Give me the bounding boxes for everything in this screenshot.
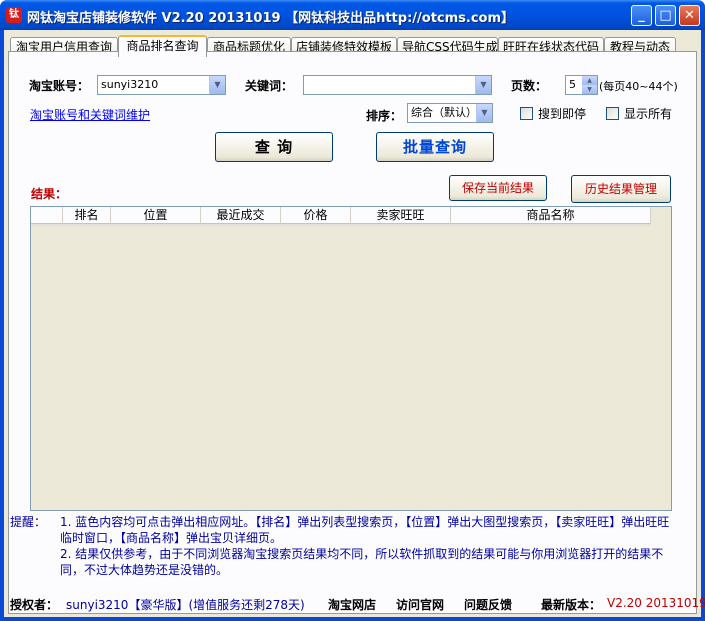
show-all-label: 显示所有: [624, 107, 673, 121]
tip-line-2: 2. 结果仅供参考，由于不同浏览器淘宝搜索页结果均不同，所以软件抓取到的结果可能…: [60, 547, 664, 577]
rank-query-panel: 淘宝账号： sunyi3210 ▼ 关键词： ▼ 页数： 5 ▲ ▼ (每页40…: [8, 51, 697, 614]
version-value: V2.20 20131019: [607, 596, 705, 610]
auth-value: sunyi3210【豪华版】(增值服务还剩278天): [66, 598, 305, 612]
window-title: 网钛淘宝店铺装修软件 V2.20 20131019 【网钛科技出品http://…: [27, 11, 515, 26]
maintain-account-keyword-link[interactable]: 淘宝账号和关键词维护: [30, 106, 150, 123]
title-bar[interactable]: 钛 网钛淘宝店铺装修软件 V2.20 20131019 【网钛科技出品http:…: [0, 0, 705, 30]
stop-on-found-checkbox[interactable]: 搜到即停: [520, 105, 586, 122]
tab-rank-query[interactable]: 商品排名查询: [118, 35, 207, 57]
results-grid[interactable]: 排名 位置 最近成交 价格 卖家旺旺 商品名称: [30, 206, 672, 511]
app-icon[interactable]: 钛: [6, 7, 22, 23]
show-all-checkbox[interactable]: 显示所有: [606, 105, 672, 122]
chevron-down-icon[interactable]: ▼: [476, 104, 492, 122]
account-label: 淘宝账号：: [29, 79, 90, 93]
stop-on-found-label: 搜到即停: [538, 107, 587, 121]
client-area: 淘宝用户信用查询 商品排名查询 商品标题优化 店铺装修特效模板 导航CSS代码生…: [4, 30, 705, 617]
checkbox-box[interactable]: [520, 107, 533, 120]
save-result-button[interactable]: 保存当前结果: [449, 175, 547, 201]
tip-row-2: 2. 结果仅供参考，由于不同浏览器淘宝搜索页结果均不同，所以软件抓取到的结果可能…: [10, 546, 670, 578]
spin-down-icon[interactable]: ▼: [582, 85, 597, 94]
chevron-down-icon[interactable]: ▼: [475, 76, 491, 94]
pages-value: 5: [569, 78, 576, 91]
feedback-link[interactable]: 问题反馈: [464, 596, 512, 613]
chevron-down-icon[interactable]: ▼: [209, 76, 225, 94]
app-window: 钛 网钛淘宝店铺装修软件 V2.20 20131019 【网钛科技出品http:…: [0, 0, 705, 621]
tips-label: 提醒：: [10, 515, 47, 529]
close-icon: ✕: [684, 8, 695, 23]
history-results-button[interactable]: 历史结果管理: [571, 175, 671, 203]
col-product-name[interactable]: 商品名称: [451, 207, 651, 224]
close-button[interactable]: ✕: [679, 5, 700, 26]
checkbox-box[interactable]: [606, 107, 619, 120]
batch-query-button[interactable]: 批量查询: [376, 132, 494, 162]
minimize-icon: _: [638, 8, 645, 23]
maximize-icon: □: [659, 8, 672, 23]
col-recent-sales[interactable]: 最近成交: [201, 207, 281, 224]
col-rank[interactable]: 排名: [63, 207, 111, 224]
sort-label: 排序：: [366, 109, 403, 123]
minimize-button[interactable]: _: [631, 5, 652, 26]
grid-header: 排名 位置 最近成交 价格 卖家旺旺 商品名称: [31, 207, 651, 226]
maximize-button[interactable]: □: [655, 5, 676, 26]
auth-label: 授权者：: [10, 598, 59, 612]
sort-value: 综合（默认）: [411, 106, 477, 119]
result-label: 结果：: [31, 187, 68, 201]
shop-link[interactable]: 淘宝网店: [328, 596, 376, 613]
pages-hint: (每页40~44个): [599, 80, 678, 93]
tip-line-1: 1. 蓝色内容均可点击弹出相应网址。【排名】弹出列表型搜索页，【位置】弹出大图型…: [60, 515, 670, 545]
official-site-link[interactable]: 访问官网: [396, 596, 444, 613]
status-bar: 授权者： sunyi3210【豪华版】(增值服务还剩278天) 淘宝网店 访问官…: [4, 592, 705, 614]
col-seller[interactable]: 卖家旺旺: [351, 207, 451, 224]
tips-block: 提醒： 1. 蓝色内容均可点击弹出相应网址。【排名】弹出列表型搜索页，【位置】弹…: [10, 514, 670, 578]
account-select[interactable]: sunyi3210 ▼: [97, 75, 226, 95]
query-button[interactable]: 查 询: [215, 132, 333, 162]
col-price[interactable]: 价格: [281, 207, 351, 224]
version-label: 最新版本：: [541, 598, 602, 612]
sort-select[interactable]: 综合（默认） ▼: [407, 103, 493, 123]
account-value: sunyi3210: [101, 78, 159, 91]
tip-row-1: 提醒： 1. 蓝色内容均可点击弹出相应网址。【排名】弹出列表型搜索页，【位置】弹…: [10, 514, 670, 546]
pages-stepper[interactable]: 5 ▲ ▼: [565, 75, 598, 95]
pages-label: 页数：: [511, 79, 548, 93]
col-position[interactable]: 位置: [111, 207, 201, 224]
keyword-label: 关键词：: [245, 79, 294, 93]
row-selector-header: [31, 207, 63, 224]
keyword-select[interactable]: ▼: [303, 75, 492, 95]
spin-up-icon[interactable]: ▲: [582, 76, 597, 85]
